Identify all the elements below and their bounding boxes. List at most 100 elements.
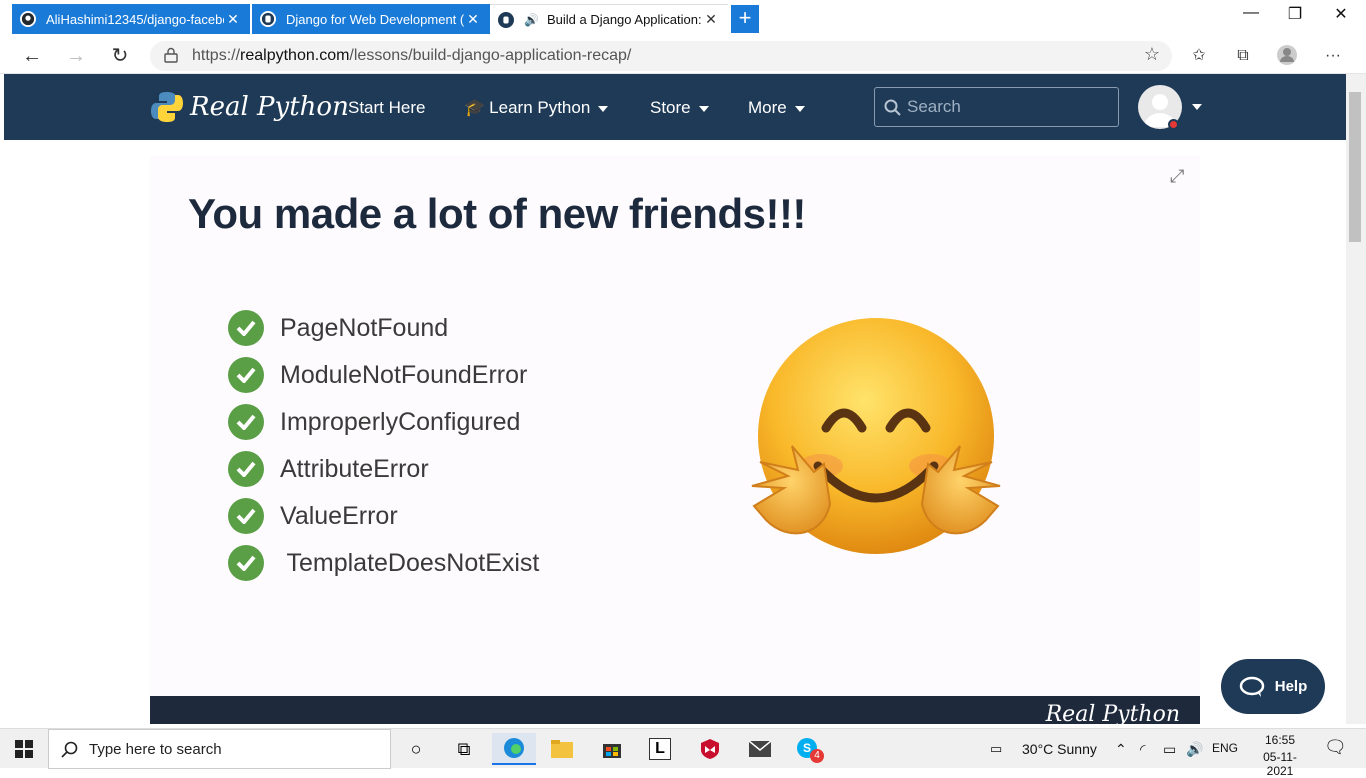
nav-learn-python[interactable]: 🎓 Learn Python <box>464 98 609 118</box>
lock-icon[interactable] <box>164 47 178 63</box>
file-explorer-icon[interactable] <box>540 733 584 765</box>
url-text: https://realpython.com/lessons/build-dja… <box>192 47 632 64</box>
url-bar[interactable]: https://realpython.com/lessons/build-dja… <box>150 41 1172 71</box>
checkmark-icon <box>228 498 264 534</box>
python-logo-icon <box>151 92 183 122</box>
chevron-down-icon <box>598 105 609 112</box>
notifications-icon[interactable]: 🗨 <box>1324 737 1347 758</box>
expand-icon[interactable]: ⤢ <box>1170 166 1184 187</box>
new-tab-button[interactable]: + <box>731 5 759 33</box>
browser-tab-strip: AliHashimi12345/django-facebo ✕ Django f… <box>0 0 1366 38</box>
nav-label: More <box>748 98 787 117</box>
app-l-icon[interactable]: L <box>638 733 682 765</box>
language-indicator[interactable]: ENG <box>1212 741 1238 755</box>
volume-icon[interactable]: 🔊 <box>1186 741 1203 758</box>
tab-close-icon[interactable]: ✕ <box>224 11 242 28</box>
mcafee-icon[interactable] <box>688 733 732 765</box>
close-window-button[interactable]: ✕ <box>1318 4 1364 28</box>
weather-icon[interactable]: ▭ <box>990 741 1002 757</box>
nav-label: Store <box>650 98 691 117</box>
taskbar-search[interactable]: Type here to search <box>48 729 391 769</box>
github-icon <box>20 11 36 27</box>
refresh-icon[interactable]: ↻ <box>106 43 134 69</box>
chat-bubble-icon <box>1239 676 1264 697</box>
list-item-text: AttributeError <box>280 454 429 483</box>
cortana-icon[interactable]: ○ <box>394 733 438 765</box>
restore-button[interactable]: ❐ <box>1272 4 1318 28</box>
skype-icon[interactable]: S 4 <box>786 733 830 765</box>
notification-dot <box>1168 119 1179 130</box>
list-item: PageNotFound <box>228 308 448 348</box>
nav-store[interactable]: Store <box>650 98 709 118</box>
back-arrow-icon[interactable]: ← <box>18 43 46 69</box>
favorites-icon[interactable]: ✩ <box>1186 44 1212 68</box>
collections-icon[interactable]: ⧉ <box>1230 44 1256 68</box>
address-bar-row: ← → ↻ https://realpython.com/lessons/bui… <box>0 38 1366 74</box>
mail-icon[interactable] <box>738 733 782 765</box>
tab-title: Django for Web Development (L <box>286 11 464 27</box>
help-label: Help <box>1274 678 1308 695</box>
network-icon[interactable]: ◜ <box>1140 741 1145 758</box>
footer-logo: Real Python <box>1045 702 1180 727</box>
graduation-cap-icon: 🎓 <box>464 98 486 117</box>
profile-icon[interactable] <box>1274 44 1300 68</box>
list-item: TemplateDoesNotExist <box>228 543 539 583</box>
page-scrollbar[interactable] <box>1346 74 1366 724</box>
battery-icon[interactable]: ▭ <box>1163 741 1176 758</box>
taskbar-search-placeholder: Type here to search <box>89 741 222 758</box>
scrollbar-thumb[interactable] <box>1349 92 1361 242</box>
nav-more[interactable]: More <box>748 98 805 118</box>
slide-title: You made a lot of new friends!!! <box>188 190 806 237</box>
lesson-content: You made a lot of new friends!!! ⤢ PageN… <box>4 140 1346 727</box>
tab-github[interactable]: AliHashimi12345/django-facebo ✕ <box>12 4 250 34</box>
help-button[interactable]: Help <box>1221 659 1325 714</box>
checkmark-icon <box>228 310 264 346</box>
tab-build-django-app[interactable]: 🔊 Build a Django Application: ✕ <box>490 4 728 34</box>
chevron-down-icon <box>794 105 805 112</box>
chevron-down-icon <box>698 105 709 112</box>
list-item-text: PageNotFound <box>280 313 449 342</box>
list-item-text: ImproperlyConfigured <box>280 407 521 436</box>
video-slide[interactable]: You made a lot of new friends!!! ⤢ PageN… <box>150 156 1200 696</box>
store-icon[interactable] <box>590 733 634 765</box>
edge-icon[interactable] <box>492 733 536 765</box>
task-view-icon[interactable]: ⧉ <box>442 733 486 765</box>
checkmark-icon <box>228 357 264 393</box>
favorite-star-icon[interactable]: ☆ <box>1144 44 1160 65</box>
search-input[interactable] <box>907 96 1107 118</box>
realpython-icon <box>260 11 276 27</box>
list-item-text: TemplateDoesNotExist <box>280 548 540 577</box>
realpython-icon <box>498 11 514 28</box>
minimize-button[interactable]: — <box>1228 4 1274 28</box>
notification-badge: 4 <box>810 749 824 763</box>
tab-django-web-dev[interactable]: Django for Web Development (L ✕ <box>252 4 490 34</box>
tab-title: AliHashimi12345/django-facebo <box>46 11 224 27</box>
site-search[interactable] <box>874 87 1119 127</box>
audio-playing-icon[interactable]: 🔊 <box>524 13 539 27</box>
chevron-up-icon[interactable]: ⌃ <box>1115 741 1127 758</box>
checkmark-icon <box>228 545 264 581</box>
search-icon <box>61 741 78 758</box>
more-menu-icon[interactable]: ··· <box>1320 44 1346 68</box>
list-item-text: ModuleNotFoundError <box>280 360 528 389</box>
slide-footer: Real Python <box>150 696 1200 727</box>
windows-start-icon[interactable] <box>2 733 46 765</box>
nav-label: Learn Python <box>489 98 591 117</box>
list-item: ValueError <box>228 496 398 536</box>
clock[interactable]: 16:55 05-11-2021 <box>1252 733 1308 778</box>
checkmark-icon <box>228 404 264 440</box>
logo-text: Real Python <box>190 92 349 122</box>
list-item: ModuleNotFoundError <box>228 355 527 395</box>
nav-start-here[interactable]: Start Here <box>348 98 425 118</box>
clock-date: 05-11-2021 <box>1263 750 1297 778</box>
tab-close-icon[interactable]: ✕ <box>464 11 482 28</box>
checkmark-icon <box>228 451 264 487</box>
hugging-face-emoji-icon <box>751 318 1001 554</box>
list-item: AttributeError <box>228 449 429 489</box>
weather-text[interactable]: 30°C Sunny <box>1022 741 1097 757</box>
tab-close-icon[interactable]: ✕ <box>702 11 720 28</box>
site-logo[interactable]: Real Python <box>150 90 349 124</box>
chevron-down-icon[interactable] <box>1192 104 1202 110</box>
windows-taskbar: Type here to search ○ ⧉ L S 4 ▭ 30°C Sun… <box>0 728 1366 778</box>
forward-arrow-icon[interactable]: → <box>62 43 90 69</box>
